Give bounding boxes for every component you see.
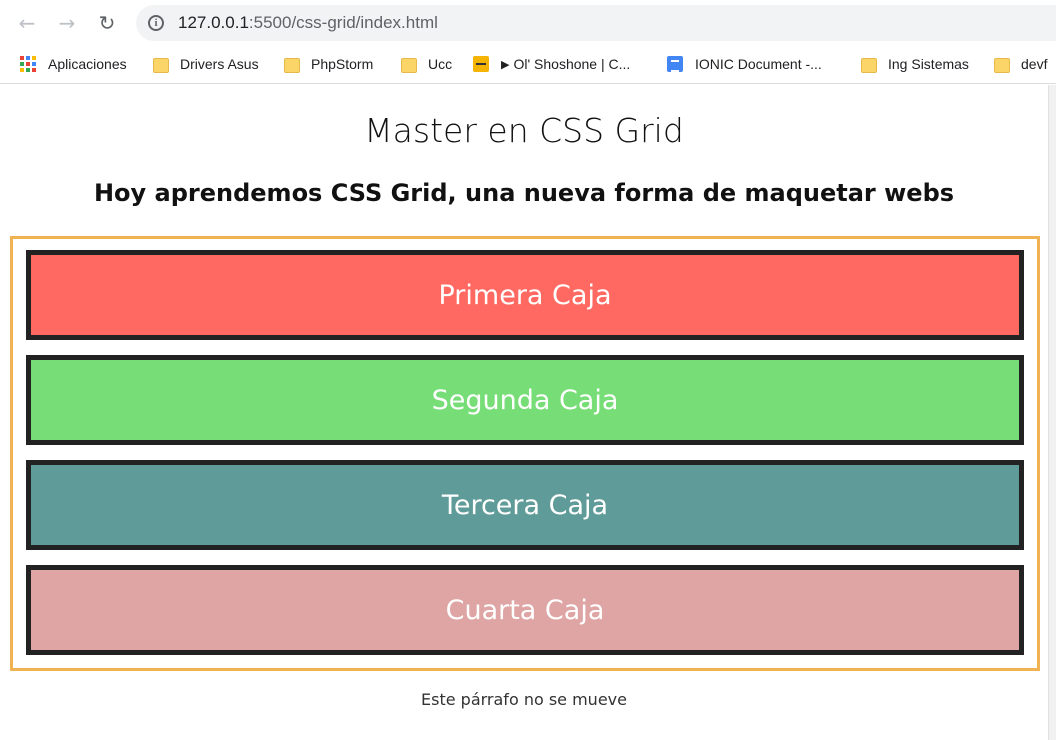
play-icon: ▶ xyxy=(501,58,510,71)
doc-icon xyxy=(667,56,683,72)
bookmark-devf[interactable]: devf xyxy=(993,53,1047,75)
folder-icon xyxy=(993,56,1010,73)
forward-arrow-icon[interactable]: → xyxy=(53,9,81,37)
back-arrow-icon[interactable]: ← xyxy=(13,9,41,37)
audio-icon xyxy=(473,56,489,72)
url-path: :5500/css-grid/index.html xyxy=(248,13,438,32)
folder-icon xyxy=(283,56,300,73)
box-tercera: Tercera Caja xyxy=(26,460,1024,550)
bookmark-ol-shoshone[interactable]: ▶ Ol' Shoshone | C... xyxy=(473,53,630,75)
bookmarks-bar: Aplicaciones Drivers Asus PhpStorm Ucc ▶… xyxy=(0,46,1056,84)
bookmark-label: Ucc xyxy=(428,56,453,72)
info-icon[interactable]: i xyxy=(148,15,164,31)
box-cuarta: Cuarta Caja xyxy=(26,565,1024,655)
box-segunda: Segunda Caja xyxy=(26,355,1024,445)
box-primera: Primera Caja xyxy=(26,250,1024,340)
bookmark-aplicaciones[interactable]: Aplicaciones xyxy=(20,53,127,75)
bookmark-label: Drivers Asus xyxy=(180,56,259,72)
bookmark-label: Ol' Shoshone | C... xyxy=(513,56,631,72)
page-scrollbar[interactable] xyxy=(1048,85,1056,740)
footer-paragraph: Este párrafo no se mueve xyxy=(421,690,627,709)
bookmark-label: IONIC Document -... xyxy=(695,56,822,72)
bookmark-label: PhpStorm xyxy=(311,56,374,72)
bookmark-label: devf xyxy=(1021,56,1048,72)
folder-icon xyxy=(152,56,169,73)
reload-icon[interactable]: ↻ xyxy=(93,9,121,37)
address-bar[interactable]: i 127.0.0.1:5500/css-grid/index.html xyxy=(136,5,1056,41)
bookmark-label: Ing Sistemas xyxy=(888,56,969,72)
page-title: Master en CSS Grid xyxy=(364,111,684,150)
folder-icon xyxy=(860,56,877,73)
url-host: 127.0.0.1 xyxy=(178,13,249,32)
bookmark-phpstorm[interactable]: PhpStorm xyxy=(283,53,373,75)
page-subtitle: Hoy aprendemos CSS Grid, una nueva forma… xyxy=(93,179,955,207)
bookmark-drivers-asus[interactable]: Drivers Asus xyxy=(152,53,259,75)
browser-toolbar: ← → ↻ i 127.0.0.1:5500/css-grid/index.ht… xyxy=(0,0,1056,46)
bookmark-ucc[interactable]: Ucc xyxy=(400,53,452,75)
bookmark-ionic-document[interactable]: IONIC Document -... xyxy=(667,53,822,75)
folder-icon xyxy=(400,56,417,73)
bookmark-label: Aplicaciones xyxy=(48,56,127,72)
apps-icon xyxy=(20,56,36,72)
page-content: Master en CSS Grid Hoy aprendemos CSS Gr… xyxy=(0,85,1048,740)
url-text[interactable]: 127.0.0.1:5500/css-grid/index.html xyxy=(178,13,438,33)
bookmark-ing-sistemas[interactable]: Ing Sistemas xyxy=(860,53,969,75)
grid-container: Primera Caja Segunda Caja Tercera Caja C… xyxy=(10,236,1040,671)
